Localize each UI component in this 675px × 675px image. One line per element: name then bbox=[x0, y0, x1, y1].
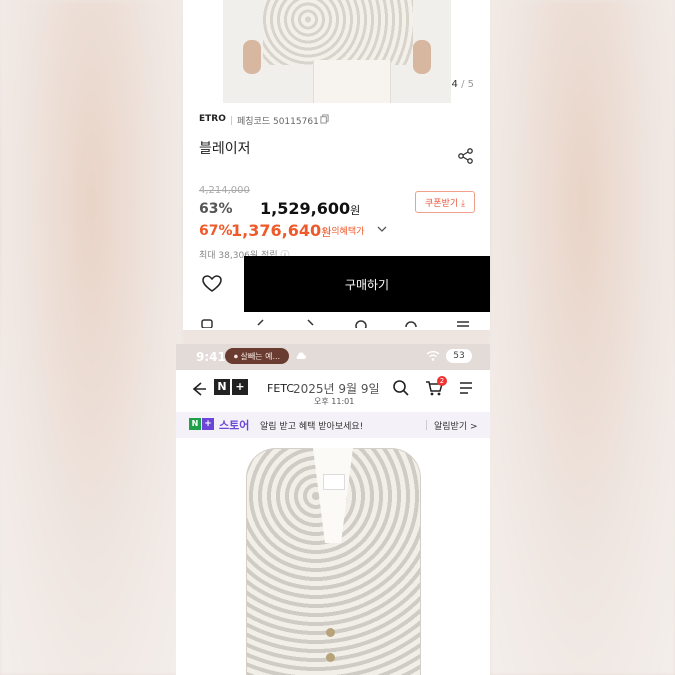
cloud-icon bbox=[296, 352, 306, 359]
store-logo: N + bbox=[189, 418, 214, 430]
home-icon[interactable] bbox=[199, 318, 215, 328]
product-title: 블레이저 bbox=[199, 141, 251, 157]
my-benefit-label[interactable]: 나의혜택가 bbox=[323, 224, 364, 237]
promo-store-label: 스토어 bbox=[219, 419, 250, 432]
sale-price: 1,529,600원 bbox=[260, 199, 360, 218]
promo-message: 알림 받고 혜택 받아보세요! bbox=[260, 422, 364, 432]
logo-n: N bbox=[214, 379, 230, 395]
background-blur-right bbox=[490, 0, 675, 675]
heart-icon[interactable] bbox=[201, 273, 223, 295]
menu-icon[interactable] bbox=[458, 380, 474, 396]
product-code: 페칭코드 50115761 bbox=[237, 117, 319, 127]
live-activity-pill[interactable]: ⏺ 살빼는 예... bbox=[225, 348, 289, 364]
page-current: 4 bbox=[451, 79, 458, 90]
back-arrow-icon[interactable] bbox=[253, 318, 269, 328]
background-blur-left bbox=[0, 0, 183, 675]
jacket-hem bbox=[263, 0, 413, 65]
menu-icon[interactable] bbox=[455, 318, 471, 328]
divider bbox=[231, 116, 232, 125]
copy-icon[interactable] bbox=[320, 114, 329, 124]
product-image[interactable] bbox=[176, 438, 490, 675]
logo-n: N bbox=[189, 418, 201, 430]
model-hand bbox=[243, 40, 261, 74]
blazer-button bbox=[326, 628, 335, 637]
status-bar: 9:41 ⏺ 살빼는 예... 53 bbox=[176, 344, 490, 370]
search-icon[interactable] bbox=[392, 379, 410, 397]
overlay-time: 오후 11:01 bbox=[314, 397, 355, 406]
logo-plus: + bbox=[202, 418, 214, 430]
logo-plus: + bbox=[232, 379, 248, 395]
divider bbox=[426, 420, 427, 430]
shopping-app-screen: 9:41 ⏺ 살빼는 예... 53 N + FETC 2025년 9월 9일 오… bbox=[176, 344, 490, 675]
sale-price-value: 1,529,600 bbox=[260, 199, 351, 218]
my-benefit-price-value: 1,376,640 bbox=[231, 221, 322, 240]
refresh-icon[interactable] bbox=[403, 318, 419, 328]
header-title-text: FETC bbox=[267, 382, 295, 395]
chevron-down-icon[interactable] bbox=[376, 223, 388, 235]
my-benefit-price: 1,376,640원 bbox=[231, 221, 331, 240]
search-icon[interactable] bbox=[353, 318, 369, 328]
battery-indicator: 53 bbox=[446, 349, 472, 363]
model-hand bbox=[413, 40, 431, 74]
wifi-icon bbox=[426, 351, 440, 361]
cart-count-badge: 2 bbox=[437, 376, 447, 386]
discount-rate: 63% bbox=[199, 201, 233, 217]
page-total: / 5 bbox=[461, 79, 474, 90]
blazer-button bbox=[326, 653, 335, 662]
share-icon[interactable] bbox=[457, 147, 475, 165]
product-image[interactable] bbox=[223, 0, 451, 103]
original-price: 4,214,000 bbox=[199, 185, 250, 196]
header-title: FETC 2025년 9월 9일 bbox=[267, 382, 380, 396]
back-icon[interactable] bbox=[190, 380, 208, 398]
image-page-indicator: 4 / 5 bbox=[452, 79, 474, 90]
store-promo-banner[interactable]: N + 스토어 알림 받고 혜택 받아보세요! 알림받기 > bbox=[176, 412, 490, 439]
brand-label-patch bbox=[323, 474, 345, 490]
buy-button[interactable]: 구매하기 bbox=[244, 256, 490, 312]
naver-plus-logo[interactable]: N + bbox=[214, 379, 250, 397]
forward-arrow-icon[interactable] bbox=[303, 318, 319, 328]
overlay-date: 2025년 9월 9일 bbox=[293, 382, 380, 396]
currency-unit: 원 bbox=[350, 204, 361, 217]
coupon-button[interactable]: 쿠폰받기 ⤓ bbox=[415, 191, 475, 213]
brand-name[interactable]: ETRO bbox=[199, 114, 226, 124]
status-time: 9:41 bbox=[196, 350, 226, 364]
get-notification-button[interactable]: 알림받기 > bbox=[434, 419, 478, 432]
bottom-navigation bbox=[183, 318, 490, 330]
product-detail-screen: 4 / 5 ETRO 페칭코드 50115761 블레이저 4,214,000 … bbox=[183, 0, 490, 330]
model-pants bbox=[313, 60, 391, 103]
my-discount-rate: 67% bbox=[199, 223, 233, 239]
